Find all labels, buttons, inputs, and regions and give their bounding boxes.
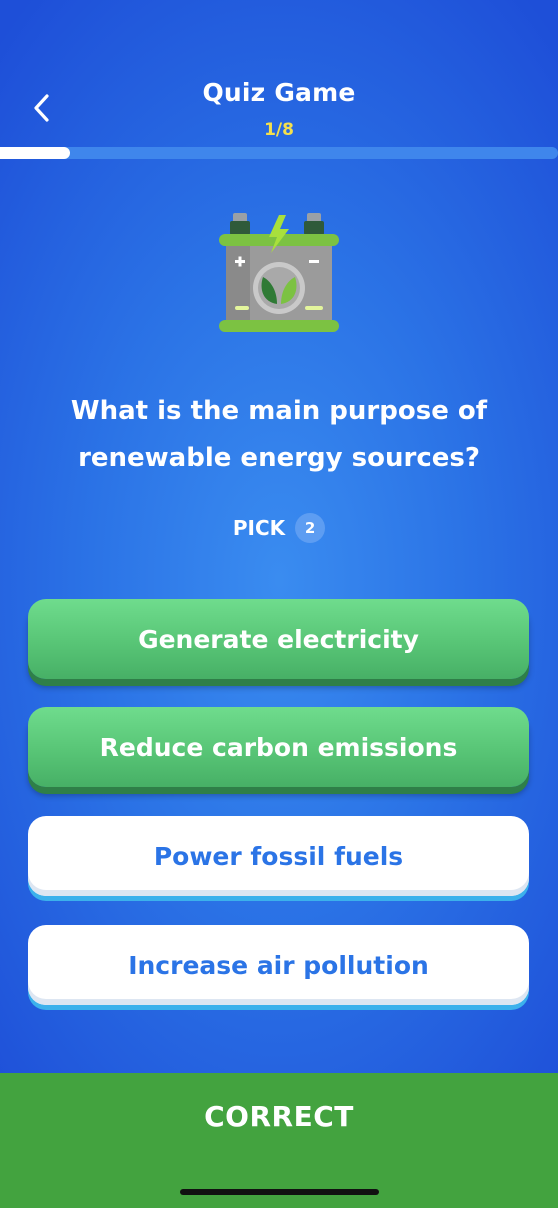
answer-option-1[interactable]: Generate electricity xyxy=(28,599,529,679)
result-banner: CORRECT xyxy=(0,1073,558,1208)
answer-option-3[interactable]: Power fossil fuels xyxy=(28,816,529,896)
question-counter: 1/8 xyxy=(264,120,294,140)
home-indicator xyxy=(180,1189,379,1195)
result-text: CORRECT xyxy=(204,1100,354,1133)
answer-option-4[interactable]: Increase air pollution xyxy=(28,925,529,1005)
progress-bar-fill xyxy=(0,147,70,159)
pick-count-badge: 2 xyxy=(295,513,326,543)
progress-bar xyxy=(0,147,558,159)
question-text: What is the main purpose of renewable en… xyxy=(70,396,488,473)
header: Quiz Game 1/8 xyxy=(0,0,558,160)
page-title: Quiz Game xyxy=(202,78,356,107)
answer-option-2[interactable]: Reduce carbon emissions xyxy=(28,707,529,787)
pick-indicator: PICK 2 xyxy=(0,513,558,543)
battery-leaf-icon xyxy=(213,205,345,337)
pick-label: PICK xyxy=(232,516,286,540)
